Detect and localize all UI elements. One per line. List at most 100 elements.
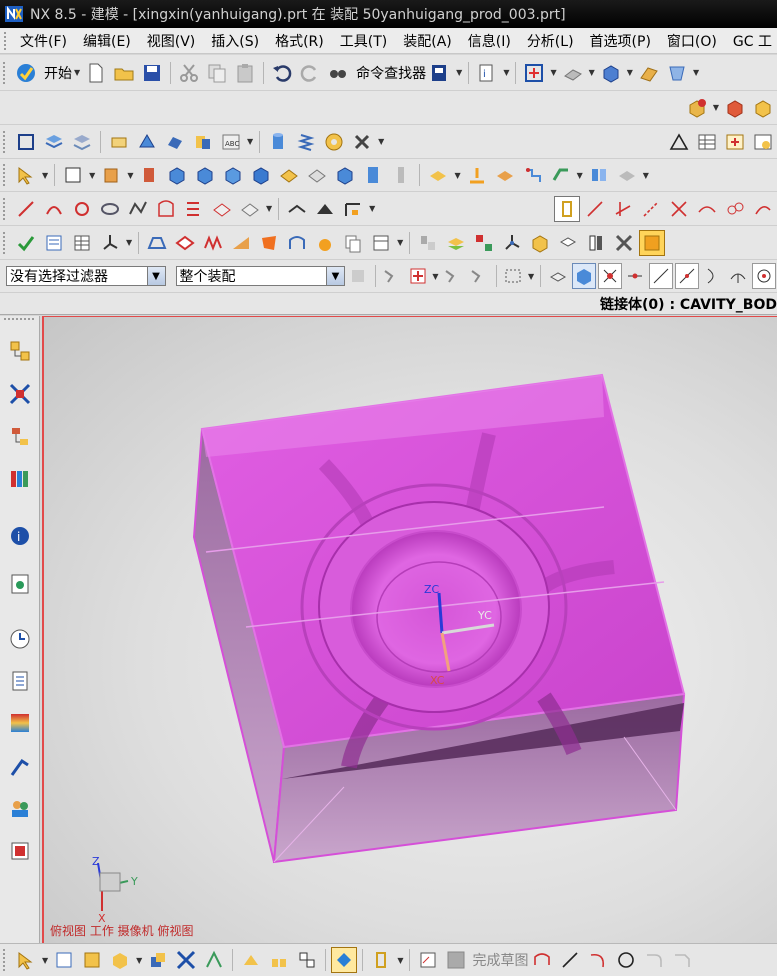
shell-icon[interactable] xyxy=(332,162,358,188)
parting-line-icon[interactable] xyxy=(583,230,609,256)
dropdown-icon[interactable]: ▼ xyxy=(378,137,384,146)
spring-icon[interactable] xyxy=(293,129,319,155)
end-point-icon[interactable] xyxy=(597,263,622,289)
menu-preferences[interactable]: 首选项(P) xyxy=(582,31,659,51)
constraint-icon[interactable] xyxy=(173,947,199,973)
sketch-cross-icon[interactable] xyxy=(666,196,692,222)
ruled-surface-icon[interactable] xyxy=(256,230,282,256)
sketch-task-icon[interactable] xyxy=(415,947,441,973)
dropdown-icon[interactable]: ▼ xyxy=(693,68,699,77)
dropdown-icon[interactable]: ▼ xyxy=(126,238,132,247)
menu-gc-toolkits[interactable]: GC 工 xyxy=(725,31,777,51)
sequence-icon[interactable] xyxy=(331,947,358,973)
wave-geometry-icon[interactable] xyxy=(238,947,264,973)
toolbar-grip[interactable] xyxy=(3,130,9,153)
mold-table-icon[interactable] xyxy=(368,230,394,256)
extend-surface-icon[interactable] xyxy=(228,230,254,256)
arc-center-icon[interactable] xyxy=(701,263,725,289)
command-finder-button[interactable]: 命令查找器 xyxy=(356,63,426,83)
start-dropdown-icon[interactable]: ▼ xyxy=(74,68,80,77)
sketch-dashed-line-icon[interactable] xyxy=(638,196,664,222)
shaded-view-icon[interactable] xyxy=(598,60,624,86)
dropdown-icon[interactable]: ▼ xyxy=(369,204,375,213)
menu-insert[interactable]: 插入(S) xyxy=(203,31,267,51)
menubar-grip[interactable] xyxy=(4,31,6,50)
trim-body-icon[interactable] xyxy=(492,162,518,188)
manufacturing-wizard-icon[interactable] xyxy=(6,752,34,782)
sketch-fillet-icon[interactable] xyxy=(641,947,667,973)
graphics-window[interactable]: ZC YC XC Z Y X 俯视图 工作 摄像机 俯视图 xyxy=(42,316,777,943)
region-icon[interactable] xyxy=(172,230,198,256)
intersection-point-icon[interactable] xyxy=(675,263,700,289)
curve-length-icon[interactable] xyxy=(340,196,366,222)
move-face-icon[interactable] xyxy=(162,129,188,155)
spreadsheet-icon[interactable] xyxy=(69,230,95,256)
dropdown-icon[interactable]: ▼ xyxy=(42,956,48,965)
type-filter-select[interactable]: 没有选择过滤器 ▼ xyxy=(6,266,166,286)
sketch-icon[interactable] xyxy=(13,129,39,155)
thread-icon[interactable] xyxy=(388,162,414,188)
dropdown-icon[interactable]: ▼ xyxy=(589,68,595,77)
menu-assemblies[interactable]: 装配(A) xyxy=(395,31,460,51)
redo-icon[interactable] xyxy=(297,60,323,86)
command-finder-icon[interactable] xyxy=(325,60,351,86)
sketch-circle-icon[interactable] xyxy=(613,947,639,973)
datum-plane-icon[interactable] xyxy=(60,162,86,188)
edge-blend-icon[interactable] xyxy=(276,162,302,188)
intersect-icon[interactable] xyxy=(248,162,274,188)
toolbar-grip[interactable] xyxy=(3,231,9,254)
sketch-curve-icon[interactable] xyxy=(694,196,720,222)
arc-icon[interactable] xyxy=(41,196,67,222)
check-icon[interactable] xyxy=(13,230,39,256)
select-by-icon[interactable] xyxy=(442,263,466,289)
mold-base-icon[interactable] xyxy=(639,229,666,256)
subtract-icon[interactable] xyxy=(220,162,246,188)
revolve-icon[interactable] xyxy=(136,162,162,188)
workpiece-icon[interactable] xyxy=(443,230,469,256)
process-studio-icon[interactable] xyxy=(6,708,34,738)
draft-icon[interactable] xyxy=(548,162,574,188)
system-scenes-icon[interactable] xyxy=(6,836,34,866)
sketch-arc-icon[interactable] xyxy=(750,196,776,222)
info-window-icon[interactable]: i xyxy=(474,60,500,86)
start-icon[interactable] xyxy=(13,60,39,86)
spline-icon[interactable] xyxy=(125,196,151,222)
menu-view[interactable]: 视图(V) xyxy=(139,31,204,51)
toolbar-grip[interactable] xyxy=(3,949,9,971)
paste-icon[interactable] xyxy=(232,60,258,86)
menu-analysis[interactable]: 分析(L) xyxy=(519,31,582,51)
cavity-icon[interactable] xyxy=(555,230,581,256)
parting-surface-icon[interactable] xyxy=(144,230,170,256)
dropdown-icon[interactable]: ▼ xyxy=(577,171,583,180)
filter-icon[interactable] xyxy=(346,263,370,289)
add-component-icon[interactable] xyxy=(684,95,710,121)
line-icon[interactable] xyxy=(13,196,39,222)
sketch-arc-icon[interactable] xyxy=(585,947,611,973)
toolbar-grip[interactable] xyxy=(3,197,9,220)
system-materials-icon[interactable] xyxy=(6,666,34,696)
dropdown-icon[interactable]: ▼ xyxy=(503,68,509,77)
part-navigator-icon[interactable] xyxy=(41,230,67,256)
assembly-icon[interactable] xyxy=(51,947,77,973)
split-body-icon[interactable] xyxy=(520,162,546,188)
tool-icon[interactable] xyxy=(611,230,637,256)
trim-curve-icon[interactable] xyxy=(284,196,310,222)
open-folder-icon[interactable] xyxy=(111,60,137,86)
select-icon[interactable] xyxy=(13,162,39,188)
constraint-navigator-icon[interactable] xyxy=(6,379,34,409)
select-all-icon[interactable] xyxy=(467,263,491,289)
intersect-curve-icon[interactable] xyxy=(237,196,263,222)
dropdown-icon[interactable]: ▼ xyxy=(397,956,403,965)
add-component-icon[interactable] xyxy=(107,947,133,973)
fit-view-icon[interactable] xyxy=(521,60,547,86)
layout-icon[interactable] xyxy=(471,230,497,256)
sketch-chamfer-icon[interactable] xyxy=(669,947,695,973)
boundary-icon[interactable] xyxy=(284,230,310,256)
body-icon[interactable] xyxy=(571,263,596,289)
exploded-view-icon[interactable] xyxy=(294,947,320,973)
offset-curve-icon[interactable] xyxy=(181,196,207,222)
triangle-icon[interactable] xyxy=(666,129,692,155)
sketch-circles-icon[interactable] xyxy=(722,196,748,222)
snap-point-icon[interactable] xyxy=(554,195,580,222)
component-table-icon[interactable] xyxy=(79,947,105,973)
